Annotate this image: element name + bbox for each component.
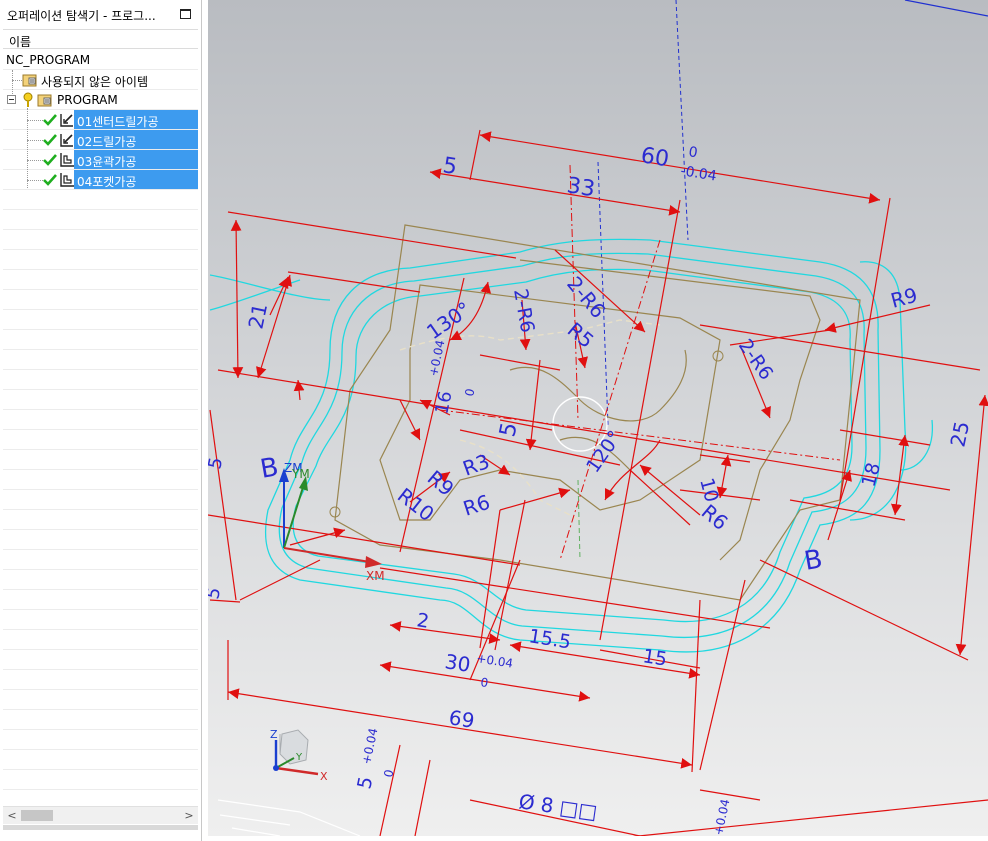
tree-item-operation-04[interactable]: 04포켓가공 xyxy=(3,170,198,190)
dimension-labels: 60 0 -0.04 5 33 2-R6 2-R6 R5 R9 2-R6 130… xyxy=(208,143,974,836)
check-icon xyxy=(43,154,57,166)
dim-30: 30 xyxy=(443,649,472,677)
check-icon xyxy=(43,174,57,186)
drill-op-icon xyxy=(60,134,73,147)
operation-navigator: 오퍼레이션 탐색기 - 프로그... 이름 NC_PROGRAM 사용되지 않은… xyxy=(0,0,202,841)
scroll-left-icon[interactable]: < xyxy=(5,807,19,824)
check-icon xyxy=(43,134,57,146)
dim-2-r6-top: 2-R6 xyxy=(562,272,610,323)
tree-item-unused[interactable]: 사용되지 않은 아이템 xyxy=(3,70,198,90)
dim-21: 21 xyxy=(243,301,272,331)
tree-root[interactable]: NC_PROGRAM xyxy=(3,50,198,70)
selection-highlight: 04포켓가공 xyxy=(74,170,198,189)
dim-15: 15 xyxy=(641,645,668,671)
dim-16-tol: +0.04 xyxy=(426,339,447,378)
contour-op-icon xyxy=(60,153,74,167)
panel-splitter[interactable] xyxy=(3,825,198,830)
pocket-op-icon xyxy=(60,173,74,187)
dim-r5: R5 xyxy=(563,317,599,352)
dim-r6-right: R6 xyxy=(697,499,733,534)
section-b-right: B xyxy=(802,544,825,577)
tree-item-label: 01센터드릴가공 xyxy=(77,115,159,129)
maximize-icon[interactable] xyxy=(180,9,191,19)
dim-10: 10 xyxy=(695,476,723,505)
tree-item-label: 03윤곽가공 xyxy=(77,155,137,169)
selection-highlight: 01센터드릴가공 xyxy=(74,110,198,129)
horizontal-scrollbar[interactable]: < > xyxy=(3,806,198,824)
dim-60-tol-upper: 0 xyxy=(687,144,698,161)
dim-r9-center: R9 xyxy=(423,465,459,500)
cad-drawing: 60 0 -0.04 5 33 2-R6 2-R6 R5 R9 2-R6 130… xyxy=(208,0,988,836)
dim-2: 2 xyxy=(415,609,430,633)
dim-16-tol-zero: 0 xyxy=(462,387,477,397)
dim-2-r6-right: 2-R6 xyxy=(734,335,777,384)
axis-xm-label: XM xyxy=(366,569,385,583)
collapse-icon[interactable] xyxy=(7,95,17,105)
selection-highlight: 02드릴가공 xyxy=(74,130,198,149)
dim-5-left-edge: 5 xyxy=(208,455,227,471)
axis-ym-label: YM xyxy=(291,467,310,481)
dim-30-tol-zero: 0 xyxy=(480,675,490,690)
dim-60: 60 xyxy=(639,143,671,172)
tree-item-operation-01[interactable]: 01센터드릴가공 xyxy=(3,110,198,130)
column-header-name[interactable]: 이름 xyxy=(3,29,198,49)
dim-69: 69 xyxy=(447,705,476,733)
dim-18: 18 xyxy=(858,460,886,489)
graphics-viewport[interactable]: 60 0 -0.04 5 33 2-R6 2-R6 R5 R9 2-R6 130… xyxy=(208,0,988,836)
dim-30-tol: +0.04 xyxy=(476,651,515,671)
operation-tree[interactable]: NC_PROGRAM 사용되지 않은 아이템 PROGRAM 01센터드릴가공 … xyxy=(3,50,198,802)
tree-item-operation-03[interactable]: 03윤곽가공 xyxy=(3,150,198,170)
spot-drill-op-icon xyxy=(60,114,73,127)
dim-tol-bottom-right: +0.04 xyxy=(711,798,732,836)
check-icon xyxy=(43,114,57,126)
axis-y-label: Y xyxy=(295,752,303,763)
scroll-right-icon[interactable]: > xyxy=(182,807,196,824)
axis-x-label: X xyxy=(320,770,328,783)
tree-item-operation-02[interactable]: 02드릴가공 xyxy=(3,130,198,150)
dim-25: 25 xyxy=(945,419,974,449)
tree-item-label: PROGRAM xyxy=(57,93,118,107)
tree-item-label: 사용되지 않은 아이템 xyxy=(41,75,148,89)
dim-33: 33 xyxy=(565,173,597,202)
mcs-triad: ZM YM XM xyxy=(279,461,385,583)
axis-z-label: Z xyxy=(270,728,278,741)
tree-item-label: 02드릴가공 xyxy=(77,135,137,149)
dim-2-r6-left: 2-R6 xyxy=(509,287,538,334)
dim-120-deg: 120° xyxy=(582,427,626,477)
pin-icon xyxy=(23,92,33,107)
folder-icon xyxy=(22,74,37,87)
dim-5-bottom: 5 xyxy=(353,775,377,791)
dim-r6-lower: R6 xyxy=(460,490,493,521)
toolpath-contours xyxy=(209,238,934,653)
navigator-title: 오퍼레이션 탐색기 - 프로그... xyxy=(7,9,156,23)
selection-highlight: 03윤곽가공 xyxy=(74,150,198,169)
view-triad: Z Y X xyxy=(270,728,328,783)
program-group-icon xyxy=(37,94,52,107)
dim-16: 16 xyxy=(431,389,456,416)
tree-item-label: 04포켓가공 xyxy=(77,175,137,189)
scroll-thumb[interactable] xyxy=(21,810,53,821)
dim-5-left-low: 5 xyxy=(208,585,225,601)
dim-5-bottom-tol: +0.04 xyxy=(359,727,380,766)
tree-item-program[interactable]: PROGRAM xyxy=(3,90,198,110)
section-b-left: B xyxy=(258,452,281,485)
tree-root-label: NC_PROGRAM xyxy=(6,53,91,67)
dim-r3: R3 xyxy=(460,449,493,481)
dim-60-tol-lower: -0.04 xyxy=(679,163,717,184)
